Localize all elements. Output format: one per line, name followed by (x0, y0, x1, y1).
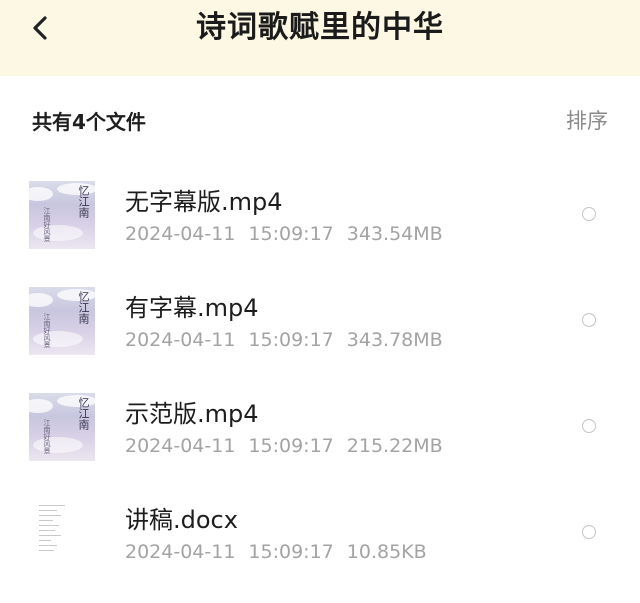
file-name: 讲稿.docx (125, 506, 238, 534)
video-thumbnail: 忆江南 江南好风景 (29, 181, 95, 249)
sort-button[interactable]: 排序 (566, 107, 608, 135)
select-radio[interactable] (582, 525, 596, 539)
file-size: 10.85KB (346, 541, 427, 563)
file-time: 15:09:17 (248, 223, 334, 245)
select-radio[interactable] (582, 419, 596, 433)
file-name: 无字幕版.mp4 (125, 188, 283, 216)
top-bar: 诗词歌赋里的中华 (0, 0, 640, 76)
file-meta: 2024-04-11 15:09:17 10.85KB (125, 539, 440, 565)
file-date: 2024-04-11 (125, 435, 236, 457)
document-thumbnail (29, 499, 95, 567)
file-time: 15:09:17 (248, 435, 334, 457)
file-name: 有字幕.mp4 (125, 294, 259, 322)
file-name: 示范版.mp4 (125, 400, 259, 428)
file-time: 15:09:17 (248, 329, 334, 351)
file-item[interactable]: 忆江南 江南好风景 有字幕.mp4 2024-04-11 15:09:17 343.… (0, 268, 640, 374)
file-date: 2024-04-11 (125, 541, 236, 563)
select-radio[interactable] (582, 207, 596, 221)
file-item[interactable]: 讲稿.docx 2024-04-11 15:09:17 10.85KB (0, 480, 640, 586)
select-radio[interactable] (582, 313, 596, 327)
file-meta: 2024-04-11 15:09:17 343.78MB (125, 327, 456, 353)
file-item[interactable]: 忆江南 江南好风景 无字幕版.mp4 2024-04-11 15:09:17 343… (0, 162, 640, 268)
video-thumbnail: 忆江南 江南好风景 (29, 287, 95, 355)
file-time: 15:09:17 (248, 541, 334, 563)
video-thumbnail: 忆江南 江南好风景 (29, 393, 95, 461)
file-size: 343.78MB (346, 329, 443, 351)
file-date: 2024-04-11 (125, 329, 236, 351)
file-size: 343.54MB (346, 223, 443, 245)
file-size: 215.22MB (346, 435, 443, 457)
file-date: 2024-04-11 (125, 223, 236, 245)
file-meta: 2024-04-11 15:09:17 343.54MB (125, 221, 456, 247)
file-count-summary: 共有4个文件 (32, 110, 146, 134)
file-list: 忆江南 江南好风景 无字幕版.mp4 2024-04-11 15:09:17 343… (0, 162, 640, 586)
page-title: 诗词歌赋里的中华 (196, 10, 444, 45)
file-meta: 2024-04-11 15:09:17 215.22MB (125, 433, 456, 459)
file-item[interactable]: 忆江南 江南好风景 示范版.mp4 2024-04-11 15:09:17 215.… (0, 374, 640, 480)
